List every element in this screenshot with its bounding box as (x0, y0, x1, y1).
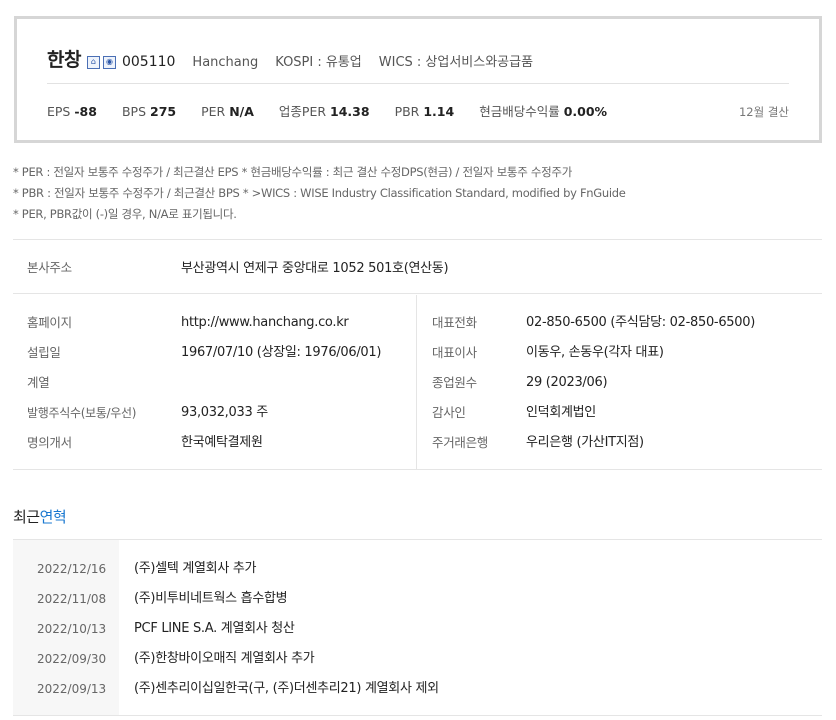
info-value: 1967/07/10 (상장일: 1976/06/01) (181, 345, 382, 360)
info-icon[interactable]: ◉ (102, 55, 116, 69)
metric-value: 14.38 (330, 104, 370, 119)
market-sector: KOSPI : 유통업 (275, 55, 362, 70)
company-summary-box: 한창 ⌂ ◉ 005110 Hanchang KOSPI : 유통업 WICS … (14, 16, 822, 143)
history-title: 최근연혁 (13, 506, 67, 527)
info-row-employees: 종업원수 29 (2023/06) (418, 373, 822, 403)
info-row-founded: 설립일 1967/07/10 (상장일: 1976/06/01) (13, 343, 416, 373)
history-text: (주)셀텍 계열회사 추가 (134, 561, 257, 576)
history-title-prefix: 최근 (13, 508, 40, 526)
info-label: 감사인 (432, 405, 466, 420)
history-item: 2022/12/16 (주)셀텍 계열회사 추가 (13, 554, 822, 584)
metric-value: 1.14 (423, 104, 455, 119)
info-right-column: 대표전화 02-850-6500 (주식담당: 02-850-6500) 대표이… (418, 295, 822, 469)
metric-value: 0.00% (563, 104, 608, 119)
stock-code: 005110 (121, 54, 176, 70)
metric-label: PBR (394, 104, 420, 119)
footnote: * PBR : 전일자 보통주 수정주가 / 최근결산 BPS * >WICS … (13, 186, 626, 200)
metric-dividend-yield: 현금배당수익률 0.00% (479, 101, 607, 120)
info-row-phone: 대표전화 02-850-6500 (주식담당: 02-850-6500) (418, 313, 822, 343)
wics-sector: WICS : 상업서비스와공급품 (378, 55, 534, 70)
history-date: 2022/09/13 (37, 682, 107, 696)
homepage-link[interactable]: http://www.hanchang.co.kr (181, 313, 349, 333)
summary-divider (47, 83, 789, 84)
metric-bps: BPS 275 (122, 104, 176, 119)
info-label: 설립일 (27, 345, 61, 360)
info-left-column: 홈페이지 http://www.hanchang.co.kr 설립일 1967/… (13, 295, 417, 469)
info-row-transfer-agent: 명의개서 한국예탁결제원 (13, 433, 416, 463)
metric-eps: EPS -88 (47, 104, 97, 119)
metric-label: EPS (47, 104, 71, 119)
company-info-table: 홈페이지 http://www.hanchang.co.kr 설립일 1967/… (13, 295, 822, 470)
history-item: 2022/09/30 (주)한창바이오매직 계열회사 추가 (13, 644, 822, 674)
history-item: 2022/10/13 PCF LINE S.A. 계열회사 청산 (13, 614, 822, 644)
info-row-shares: 발행주식수(보통/우선) 93,032,033 주 (13, 403, 416, 433)
metric-label: 현금배당수익률 (479, 104, 560, 119)
home-icon[interactable]: ⌂ (86, 55, 100, 69)
metric-value: N/A (229, 104, 254, 119)
info-value: 우리은행 (가산IT지점) (526, 435, 644, 450)
info-label: 계열 (27, 375, 50, 390)
summary-header: 한창 ⌂ ◉ 005110 Hanchang KOSPI : 유통업 WICS … (47, 45, 789, 71)
info-label: 홈페이지 (27, 315, 72, 330)
history-item: 2022/09/13 (주)센추리이십일한국(구, (주)더센추리21) 계열회… (13, 674, 822, 704)
history-date: 2022/09/30 (37, 652, 107, 666)
history-date: 2022/10/13 (37, 622, 107, 636)
history-text: (주)비투비네트웍스 흡수합병 (134, 591, 288, 606)
history-list: 2022/12/16 (주)셀텍 계열회사 추가 2022/11/08 (주)비… (13, 539, 822, 716)
info-row-ceo: 대표이사 이동우, 손동우(각자 대표) (418, 343, 822, 373)
footnote: * PER, PBR값이 (-)일 경우, N/A로 표기됩니다. (13, 207, 237, 221)
address-value: 부산광역시 연제구 중앙대로 1052 501호(연산동) (181, 261, 449, 276)
settlement-month: 12월 결산 (738, 105, 789, 119)
metric-sector-per: 업종PER 14.38 (279, 101, 370, 120)
company-icons: ⌂ ◉ (86, 55, 116, 69)
metric-pbr: PBR 1.14 (395, 104, 455, 119)
info-label: 명의개서 (27, 435, 72, 450)
info-row-auditor: 감사인 인덕회계법인 (418, 403, 822, 433)
english-name: Hanchang (192, 55, 259, 70)
info-value: 02-850-6500 (주식담당: 02-850-6500) (526, 315, 755, 330)
info-label: 주거래은행 (432, 435, 489, 450)
history-text: (주)센추리이십일한국(구, (주)더센추리21) 계열회사 제외 (134, 681, 439, 696)
info-value: 인덕회계법인 (526, 405, 596, 420)
footnotes: * PER : 전일자 보통주 수정주가 / 최근결산 EPS * 현금배당수익… (13, 162, 626, 225)
history-title-accent: 연혁 (39, 508, 67, 526)
info-row-homepage: 홈페이지 http://www.hanchang.co.kr (13, 313, 416, 343)
info-label: 발행주식수(보통/우선) (27, 406, 137, 420)
info-value: 이동우, 손동우(각자 대표) (526, 345, 664, 360)
address-row: 본사주소 부산광역시 연제구 중앙대로 1052 501호(연산동) (13, 240, 822, 294)
metric-label: BPS (121, 104, 147, 119)
history-text: (주)한창바이오매직 계열회사 추가 (134, 651, 315, 666)
metric-per: PER N/A (201, 104, 254, 119)
info-value: 29 (2023/06) (526, 375, 608, 390)
company-name: 한창 (47, 49, 81, 71)
metric-value: 275 (150, 104, 177, 119)
info-row-affiliate: 계열 (13, 373, 416, 403)
info-row-bank: 주거래은행 우리은행 (가산IT지점) (418, 433, 822, 463)
metric-label: 업종PER (278, 104, 327, 119)
history-text: PCF LINE S.A. 계열회사 청산 (134, 621, 295, 636)
address-label: 본사주소 (27, 260, 72, 275)
info-label: 대표전화 (432, 315, 477, 330)
info-value: 한국예탁결제원 (181, 435, 263, 450)
summary-metrics: EPS -88 BPS 275 PER N/A 업종PER 14.38 PBR … (47, 101, 789, 120)
info-value: 93,032,033 주 (181, 405, 268, 420)
footnote: * PER : 전일자 보통주 수정주가 / 최근결산 EPS * 현금배당수익… (13, 165, 572, 179)
metric-value: -88 (74, 104, 97, 119)
history-item: 2022/11/08 (주)비투비네트웍스 흡수합병 (13, 584, 822, 614)
history-date: 2022/11/08 (37, 592, 107, 606)
metric-label: PER (201, 104, 226, 119)
history-date: 2022/12/16 (37, 562, 107, 576)
info-label: 종업원수 (432, 375, 477, 390)
info-label: 대표이사 (432, 345, 477, 360)
